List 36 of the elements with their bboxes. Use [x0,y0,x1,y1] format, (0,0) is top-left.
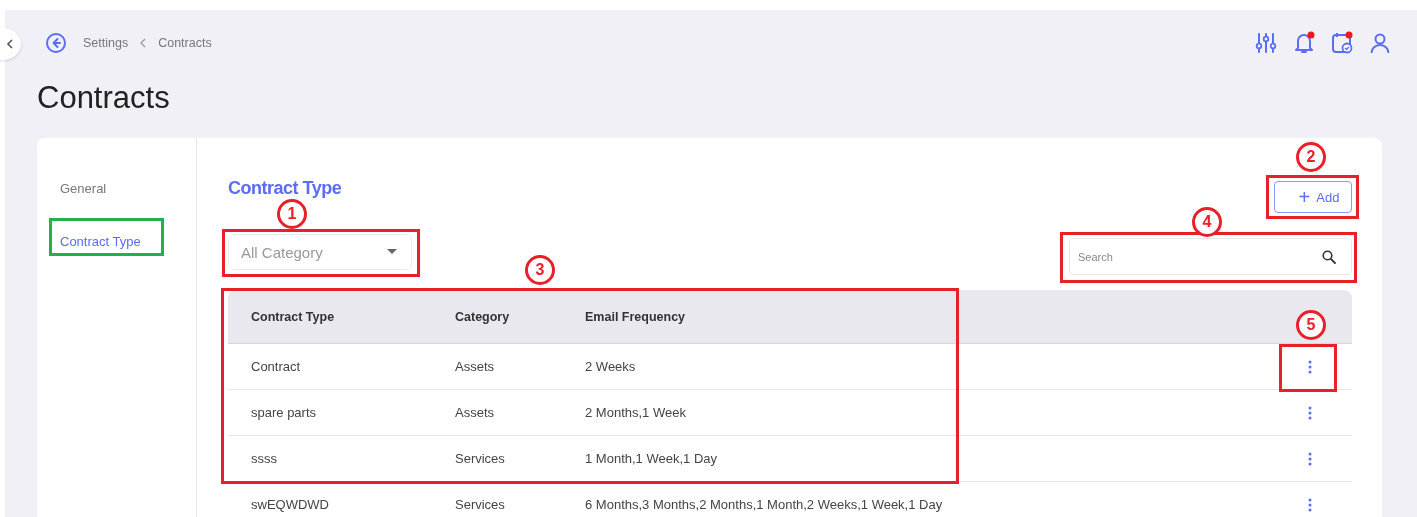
category-dropdown[interactable]: All Category [228,234,412,270]
table-cell-text: 2 Weeks [585,359,637,374]
table-cell-text: Services [455,497,506,512]
section-title: Contract Type [228,178,342,199]
sidebar-item[interactable]: Contract Type [49,227,196,256]
table-cell-text: Services [455,451,506,466]
table-cell-text: 2 Months,1 Week [585,405,687,420]
user-icon[interactable] [1368,31,1392,55]
sidebar-item[interactable]: General [49,174,196,203]
column-header: Contract Type [250,309,336,324]
caret-icon [387,249,397,255]
table-cell-text: swEQWDWD [250,497,330,512]
chevron-left-icon [5,38,15,50]
breadcrumb-link[interactable]: Settings [83,36,129,50]
table-cell-text: 1 Month,1 Week,1 Day [585,451,718,466]
breadcrumb-current: Contracts [158,36,212,50]
calendar-check-icon[interactable] [1330,31,1354,55]
bell-icon[interactable] [1292,31,1316,55]
table-cell-text: Contract [250,359,302,374]
more-vertical-icon[interactable] [1307,497,1312,512]
column-header: Email Frequency [585,309,687,324]
back-icon[interactable] [45,32,67,54]
table-cell-text: spare parts [250,405,318,420]
more-vertical-icon[interactable] [1307,451,1312,466]
column-header: Category [455,309,511,324]
search-field[interactable]: Search [1069,238,1352,275]
add-button[interactable]: + Add [1274,181,1352,213]
search-icon[interactable] [1322,250,1336,264]
more-vertical-icon[interactable] [1307,405,1312,420]
table-cell-text: Assets [455,405,495,420]
sliders-icon[interactable] [1254,31,1278,55]
table-cell-text: Assets [455,359,495,374]
page-title: Contracts [37,79,171,117]
table-cell-text: ssss [250,451,278,466]
more-vertical-icon[interactable] [1307,359,1312,374]
table-cell-text: 6 Months,3 Months,2 Months,1 Month,2 Weeks,1 Week,1 Day [585,497,944,512]
